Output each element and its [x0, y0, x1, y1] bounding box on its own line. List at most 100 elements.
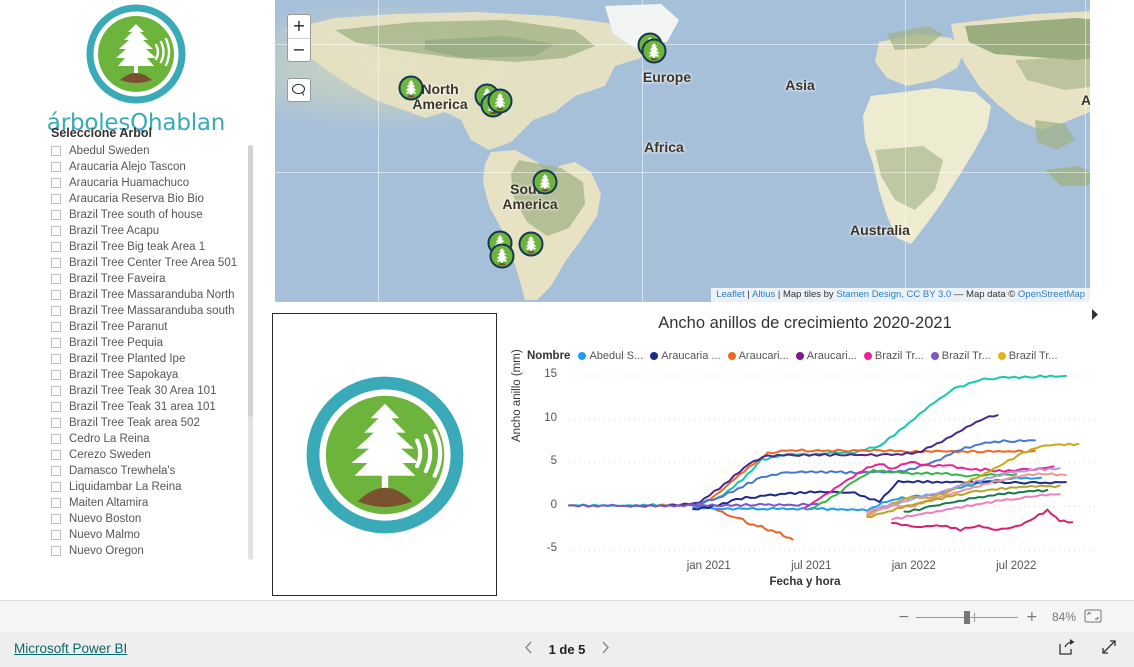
tree-list-scrollbar[interactable] [248, 145, 253, 560]
tree-checkbox[interactable] [51, 322, 61, 332]
map-zoom-in-button[interactable]: + [288, 15, 310, 38]
legend-item[interactable]: Brazil Tr... [930, 350, 991, 362]
tree-list-item[interactable]: Maiten Altamira [51, 495, 256, 511]
tree-list-item[interactable]: Brazil Tree Sapokaya [51, 367, 256, 383]
tree-checkbox[interactable] [51, 258, 61, 268]
legend-item[interactable]: Brazil Tr... [863, 350, 924, 362]
tree-list-item[interactable]: Araucaria Alejo Tascon [51, 159, 256, 175]
legend-item[interactable]: Brazil Tr... [997, 350, 1058, 362]
map-visual[interactable]: North America South America Africa Europe Asia… [275, 0, 1090, 302]
zoom-slider[interactable] [916, 610, 1018, 624]
openstreetmap-link[interactable]: OpenStreetMap [1018, 289, 1085, 300]
zoom-widget[interactable]: − + 84% [898, 601, 1104, 633]
tree-list-item[interactable]: Abedul Sweden [51, 143, 256, 159]
leaflet-link[interactable]: Leaflet [716, 289, 745, 300]
tree-list-item[interactable]: Brazil Tree Massaranduba North [51, 287, 256, 303]
tree-list-item[interactable]: Araucaria Reserva Bio Bio [51, 191, 256, 207]
tree-list-item[interactable]: Brazil Tree Planted Ipe [51, 351, 256, 367]
tree-list-item[interactable]: Brazil Tree Teak area 502 [51, 415, 256, 431]
map-zoom-controls[interactable]: + − [287, 14, 311, 62]
logo-image-visual[interactable] [272, 313, 497, 596]
tree-checkbox[interactable] [51, 418, 61, 428]
altius-link[interactable]: Altius [752, 289, 775, 300]
tree-list-item[interactable]: Cerezo Sweden [51, 447, 256, 463]
next-page-button[interactable] [601, 641, 610, 658]
tree-checkbox[interactable] [51, 290, 61, 300]
tree-label: Abedul Sweden [69, 145, 150, 157]
marker-europe-2[interactable] [641, 38, 667, 64]
tree-checkbox[interactable] [51, 482, 61, 492]
legend-item[interactable]: Araucari... [795, 350, 857, 362]
tree-list-item[interactable]: Damasco Trewhela's [51, 463, 256, 479]
tree-list-item[interactable]: Nuevo Oregon [51, 543, 256, 559]
tree-label: Cedro La Reina [69, 433, 150, 445]
tree-checkbox[interactable] [51, 370, 61, 380]
tree-list-item[interactable]: Brazil Tree Big teak Area 1 [51, 239, 256, 255]
map-zoom-out-button[interactable]: − [288, 38, 310, 61]
previous-page-button[interactable] [524, 641, 533, 658]
tree-checkbox[interactable] [51, 178, 61, 188]
tree-slicer-list[interactable]: Abedul Sweden Araucaria Alejo Tascon Arauc… [51, 143, 256, 563]
tree-list-item[interactable]: Brazil Tree Acapu [51, 223, 256, 239]
marker-us-east-3[interactable] [487, 88, 513, 114]
tree-list-item[interactable]: Nuevo Boston [51, 511, 256, 527]
chevron-right-icon [602, 641, 610, 654]
tree-list-item[interactable]: Brazil Tree Paranut [51, 319, 256, 335]
zoom-slider-tick [974, 612, 975, 622]
tree-checkbox[interactable] [51, 514, 61, 524]
zoom-in-button[interactable]: + [1026, 609, 1038, 625]
tree-checkbox[interactable] [51, 162, 61, 172]
tree-list-item[interactable]: Brazil Tree Massaranduba south [51, 303, 256, 319]
line-chart-visual[interactable]: Ancho anillos de crecimiento 2020-2021 N… [505, 306, 1105, 596]
tree-checkbox[interactable] [51, 274, 61, 284]
stamen-link[interactable]: Stamen Design, CC BY 3.0 [836, 289, 951, 300]
tree-checkbox[interactable] [51, 354, 61, 364]
fit-to-page-button[interactable] [1084, 609, 1104, 625]
tree-checkbox[interactable] [51, 498, 61, 508]
tree-list-item[interactable]: Cedro La Reina [51, 431, 256, 447]
share-button[interactable] [1058, 638, 1076, 661]
marker-brazil[interactable] [532, 169, 558, 195]
marker-us-west[interactable] [398, 75, 424, 101]
marker-argentina[interactable] [518, 231, 544, 257]
tree-checkbox[interactable] [51, 226, 61, 236]
chart-legend[interactable]: Nombre Abedul S... Araucaria ... Araucari.… [527, 347, 1099, 365]
tree-list-item[interactable]: Brazil Tree south of house [51, 207, 256, 223]
tree-list-item[interactable]: Brazil Tree Pequia [51, 335, 256, 351]
tree-checkbox[interactable] [51, 386, 61, 396]
map-continent-label: Australia [850, 222, 910, 238]
tree-label: Brazil Tree Massaranduba North [69, 289, 235, 301]
tree-list-item[interactable]: Araucaria Huamachuco [51, 175, 256, 191]
tree-checkbox[interactable] [51, 194, 61, 204]
tree-checkbox[interactable] [51, 402, 61, 412]
tree-list-scroll-thumb[interactable] [248, 145, 253, 417]
tree-checkbox[interactable] [51, 338, 61, 348]
tree-checkbox[interactable] [51, 242, 61, 252]
tree-list-item[interactable]: Brazil Tree Faveira [51, 271, 256, 287]
marker-chile-2[interactable] [489, 243, 515, 269]
fullscreen-button[interactable] [1100, 638, 1118, 661]
map-lasso-select-button[interactable] [287, 78, 311, 102]
legend-color-dot [727, 352, 736, 360]
tree-list-item[interactable]: Liquidambar La Reina [51, 479, 256, 495]
tree-list-item[interactable]: Brazil Tree Teak 31 area 101 [51, 399, 256, 415]
tree-checkbox[interactable] [51, 546, 61, 556]
zoom-out-button[interactable]: − [898, 609, 910, 625]
tree-checkbox[interactable] [51, 466, 61, 476]
chart-title: Ancho anillos de crecimiento 2020-2021 [658, 314, 952, 332]
tree-checkbox[interactable] [51, 530, 61, 540]
tree-checkbox[interactable] [51, 450, 61, 460]
zoom-slider-thumb[interactable] [964, 610, 970, 624]
legend-item[interactable]: Araucaria ... [650, 350, 721, 362]
tree-checkbox[interactable] [51, 306, 61, 316]
legend-item[interactable]: Araucari... [727, 350, 789, 362]
tree-checkbox[interactable] [51, 146, 61, 156]
legend-item[interactable]: Abedul S... [578, 350, 643, 362]
tree-label: Damasco Trewhela's [69, 465, 176, 477]
tree-list-item[interactable]: Brazil Tree Center Tree Area 501 [51, 255, 256, 271]
tree-list-item[interactable]: Brazil Tree Teak 30 Area 101 [51, 383, 256, 399]
tree-checkbox[interactable] [51, 210, 61, 220]
tree-checkbox[interactable] [51, 434, 61, 444]
tree-list-item[interactable]: Nuevo Malmo [51, 527, 256, 543]
legend-next-button[interactable] [1090, 308, 1101, 324]
